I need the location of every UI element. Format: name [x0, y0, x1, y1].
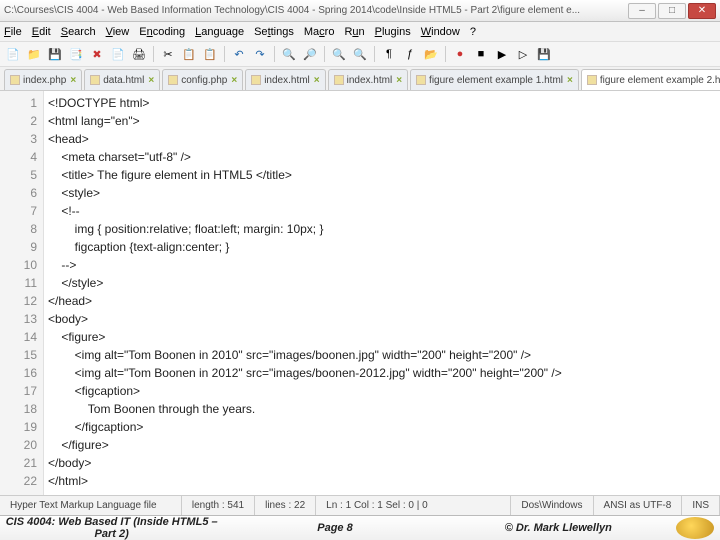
- toolbar-separator: [324, 46, 325, 62]
- paste-button[interactable]: [201, 45, 219, 63]
- cut-button[interactable]: [159, 45, 177, 63]
- file-tab[interactable]: config.php ×: [162, 69, 243, 90]
- menu-macro[interactable]: Macro: [304, 26, 335, 38]
- tab-close-icon[interactable]: ×: [567, 75, 573, 86]
- print-button[interactable]: [130, 45, 148, 63]
- file-tab[interactable]: index.html ×: [245, 69, 325, 90]
- menu-edit[interactable]: Edit: [32, 26, 51, 38]
- tab-close-icon[interactable]: ×: [70, 75, 76, 86]
- macro-record-button[interactable]: [451, 45, 469, 63]
- status-cursor: Ln : 1 Col : 1 Sel : 0 | 0: [316, 496, 511, 515]
- footer-author: © Dr. Mark Llewellyn: [447, 522, 670, 534]
- save-button[interactable]: [46, 45, 64, 63]
- tab-bar: index.php×data.html×config.php×index.htm…: [0, 67, 720, 91]
- file-tab[interactable]: index.php ×: [4, 69, 82, 90]
- tab-close-icon[interactable]: ×: [148, 75, 154, 86]
- toolbar-separator: [224, 46, 225, 62]
- tab-label: figure element example 1.html: [429, 75, 563, 86]
- tab-label: config.php: [181, 75, 227, 86]
- file-icon: [10, 75, 20, 85]
- menu-run[interactable]: Run: [344, 26, 364, 38]
- tab-close-icon[interactable]: ×: [231, 75, 237, 86]
- tab-close-icon[interactable]: ×: [314, 75, 320, 86]
- toolbar: [0, 42, 720, 67]
- macro-play-button[interactable]: [493, 45, 511, 63]
- minimize-button[interactable]: –: [628, 3, 656, 19]
- close-button[interactable]: ✕: [688, 3, 716, 19]
- file-icon: [416, 75, 426, 85]
- tab-close-icon[interactable]: ×: [396, 75, 402, 86]
- macro-stop-button[interactable]: [472, 45, 490, 63]
- close-all-button[interactable]: [109, 45, 127, 63]
- file-icon: [168, 75, 178, 85]
- status-encoding: ANSI as UTF-8: [594, 496, 683, 515]
- status-eol: Dos\Windows: [511, 496, 593, 515]
- status-bar: Hyper Text Markup Language file length :…: [0, 495, 720, 515]
- file-tab[interactable]: figure element example 2.html×: [581, 69, 720, 90]
- title-bar: C:\Courses\CIS 4004 - Web Based Informat…: [0, 0, 720, 22]
- line-number-gutter: 12345678910111213141516171819202122: [0, 91, 44, 495]
- tab-label: index.html: [347, 75, 393, 86]
- file-icon: [587, 75, 597, 85]
- menu-plugins[interactable]: Plugins: [375, 26, 411, 38]
- menu-bar: FFileile Edit Search View Encoding Langu…: [0, 22, 720, 42]
- menu-settings[interactable]: Settings: [254, 26, 294, 38]
- toolbar-separator: [153, 46, 154, 62]
- zoom-out-button[interactable]: [351, 45, 369, 63]
- window-title: C:\Courses\CIS 4004 - Web Based Informat…: [4, 5, 626, 16]
- file-icon: [334, 75, 344, 85]
- menu-file[interactable]: FFileile: [4, 26, 22, 38]
- find-button[interactable]: [280, 45, 298, 63]
- footer-page: Page 8: [223, 522, 446, 534]
- new-file-button[interactable]: [4, 45, 22, 63]
- close-file-button[interactable]: [88, 45, 106, 63]
- ucf-logo: [676, 517, 714, 539]
- menu-help[interactable]: ?: [470, 26, 476, 38]
- file-tab[interactable]: data.html ×: [84, 69, 160, 90]
- zoom-in-button[interactable]: [330, 45, 348, 63]
- code-editor[interactable]: <!DOCTYPE html><html lang="en"><head> <m…: [44, 91, 720, 495]
- toolbar-separator: [274, 46, 275, 62]
- menu-language[interactable]: Language: [195, 26, 244, 38]
- slide-footer: CIS 4004: Web Based IT (Inside HTML5 – P…: [0, 515, 720, 540]
- function-list-button[interactable]: [401, 45, 419, 63]
- status-insert-mode: INS: [682, 496, 720, 515]
- maximize-button[interactable]: □: [658, 3, 686, 19]
- editor-area: 12345678910111213141516171819202122 <!DO…: [0, 91, 720, 495]
- status-language: Hyper Text Markup Language file: [0, 496, 182, 515]
- menu-encoding[interactable]: Encoding: [139, 26, 185, 38]
- macro-save-button[interactable]: [535, 45, 553, 63]
- menu-window[interactable]: Window: [421, 26, 460, 38]
- undo-button[interactable]: [230, 45, 248, 63]
- menu-search[interactable]: Search: [61, 26, 96, 38]
- file-icon: [251, 75, 261, 85]
- file-tab[interactable]: index.html×: [328, 69, 408, 90]
- file-icon: [90, 75, 100, 85]
- toolbar-separator: [445, 46, 446, 62]
- tab-label: index.php: [23, 75, 66, 86]
- word-wrap-button[interactable]: [380, 45, 398, 63]
- status-length: length : 541: [182, 496, 255, 515]
- tab-label: figure element example 2.html: [600, 75, 720, 86]
- tab-label: index.html: [264, 75, 310, 86]
- tab-label: data.html: [103, 75, 144, 86]
- replace-button[interactable]: [301, 45, 319, 63]
- redo-button[interactable]: [251, 45, 269, 63]
- open-file-button[interactable]: [25, 45, 43, 63]
- footer-course: CIS 4004: Web Based IT (Inside HTML5 – P…: [0, 516, 223, 540]
- show-folder-button[interactable]: [422, 45, 440, 63]
- toolbar-separator: [374, 46, 375, 62]
- status-lines: lines : 22: [255, 496, 316, 515]
- save-all-button[interactable]: [67, 45, 85, 63]
- copy-button[interactable]: [180, 45, 198, 63]
- menu-view[interactable]: View: [106, 26, 130, 38]
- macro-play-multi-button[interactable]: [514, 45, 532, 63]
- file-tab[interactable]: figure element example 1.html ×: [410, 69, 579, 90]
